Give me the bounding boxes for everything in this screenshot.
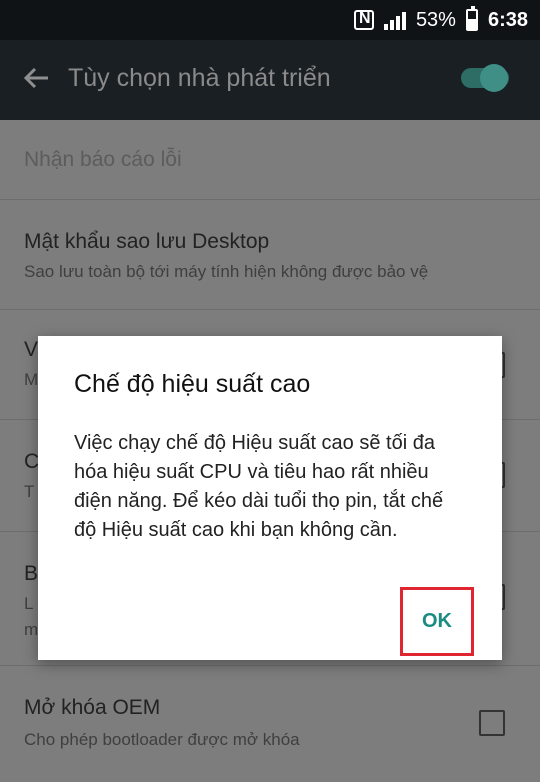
app-bar: Tùy chọn nhà phát triển [0, 40, 540, 120]
item-subtitle: Cho phép bootloader được mở khóa [24, 730, 300, 749]
clock: 6:38 [487, 8, 528, 31]
item-title: Mở khóa OEM [24, 696, 161, 719]
list-item[interactable]: Nhận báo cáo lỗi [0, 120, 540, 200]
page-title: Tùy chọn nhà phát triển [68, 64, 331, 92]
dialog-title: Chế độ hiệu suất cao [74, 370, 311, 398]
arrow-left-icon[interactable] [22, 64, 50, 92]
status-bar: 53% 6:38 [0, 0, 540, 40]
item-title: Nhận báo cáo lỗi [24, 148, 182, 171]
item-title: V [24, 338, 39, 361]
list-item[interactable]: Mật khẩu sao lưu Desktop Sao lưu toàn bộ… [0, 200, 540, 310]
item-title: C [24, 450, 40, 473]
list-item[interactable]: Mở khóa OEM Cho phép bootloader được mở … [0, 666, 540, 782]
item-title: Mật khẩu sao lưu Desktop [24, 230, 270, 253]
dialog-message: Việc chạy chế độ Hiệu suất cao sẽ tối đa… [74, 432, 444, 541]
nfc-icon [353, 10, 374, 30]
signal-icon [383, 10, 406, 30]
item-subtitle: M [24, 370, 39, 389]
item-subtitle: L [24, 594, 34, 613]
status-icons: 53% 6:38 [353, 0, 528, 40]
oem-unlock-checkbox[interactable] [479, 710, 505, 736]
item-subtitle-line2: m [24, 620, 39, 639]
high-performance-dialog: Chế độ hiệu suất cao Việc chạy chế độ Hi… [38, 336, 502, 660]
toggle-thumb[interactable] [480, 64, 508, 92]
item-title: B [24, 562, 39, 585]
battery-icon [465, 6, 478, 31]
ok-button[interactable]: OK [400, 587, 474, 656]
item-subtitle: Sao lưu toàn bộ tới máy tính hiện không … [24, 262, 429, 281]
item-subtitle: T [24, 482, 35, 501]
battery-percent: 53% [415, 8, 456, 31]
